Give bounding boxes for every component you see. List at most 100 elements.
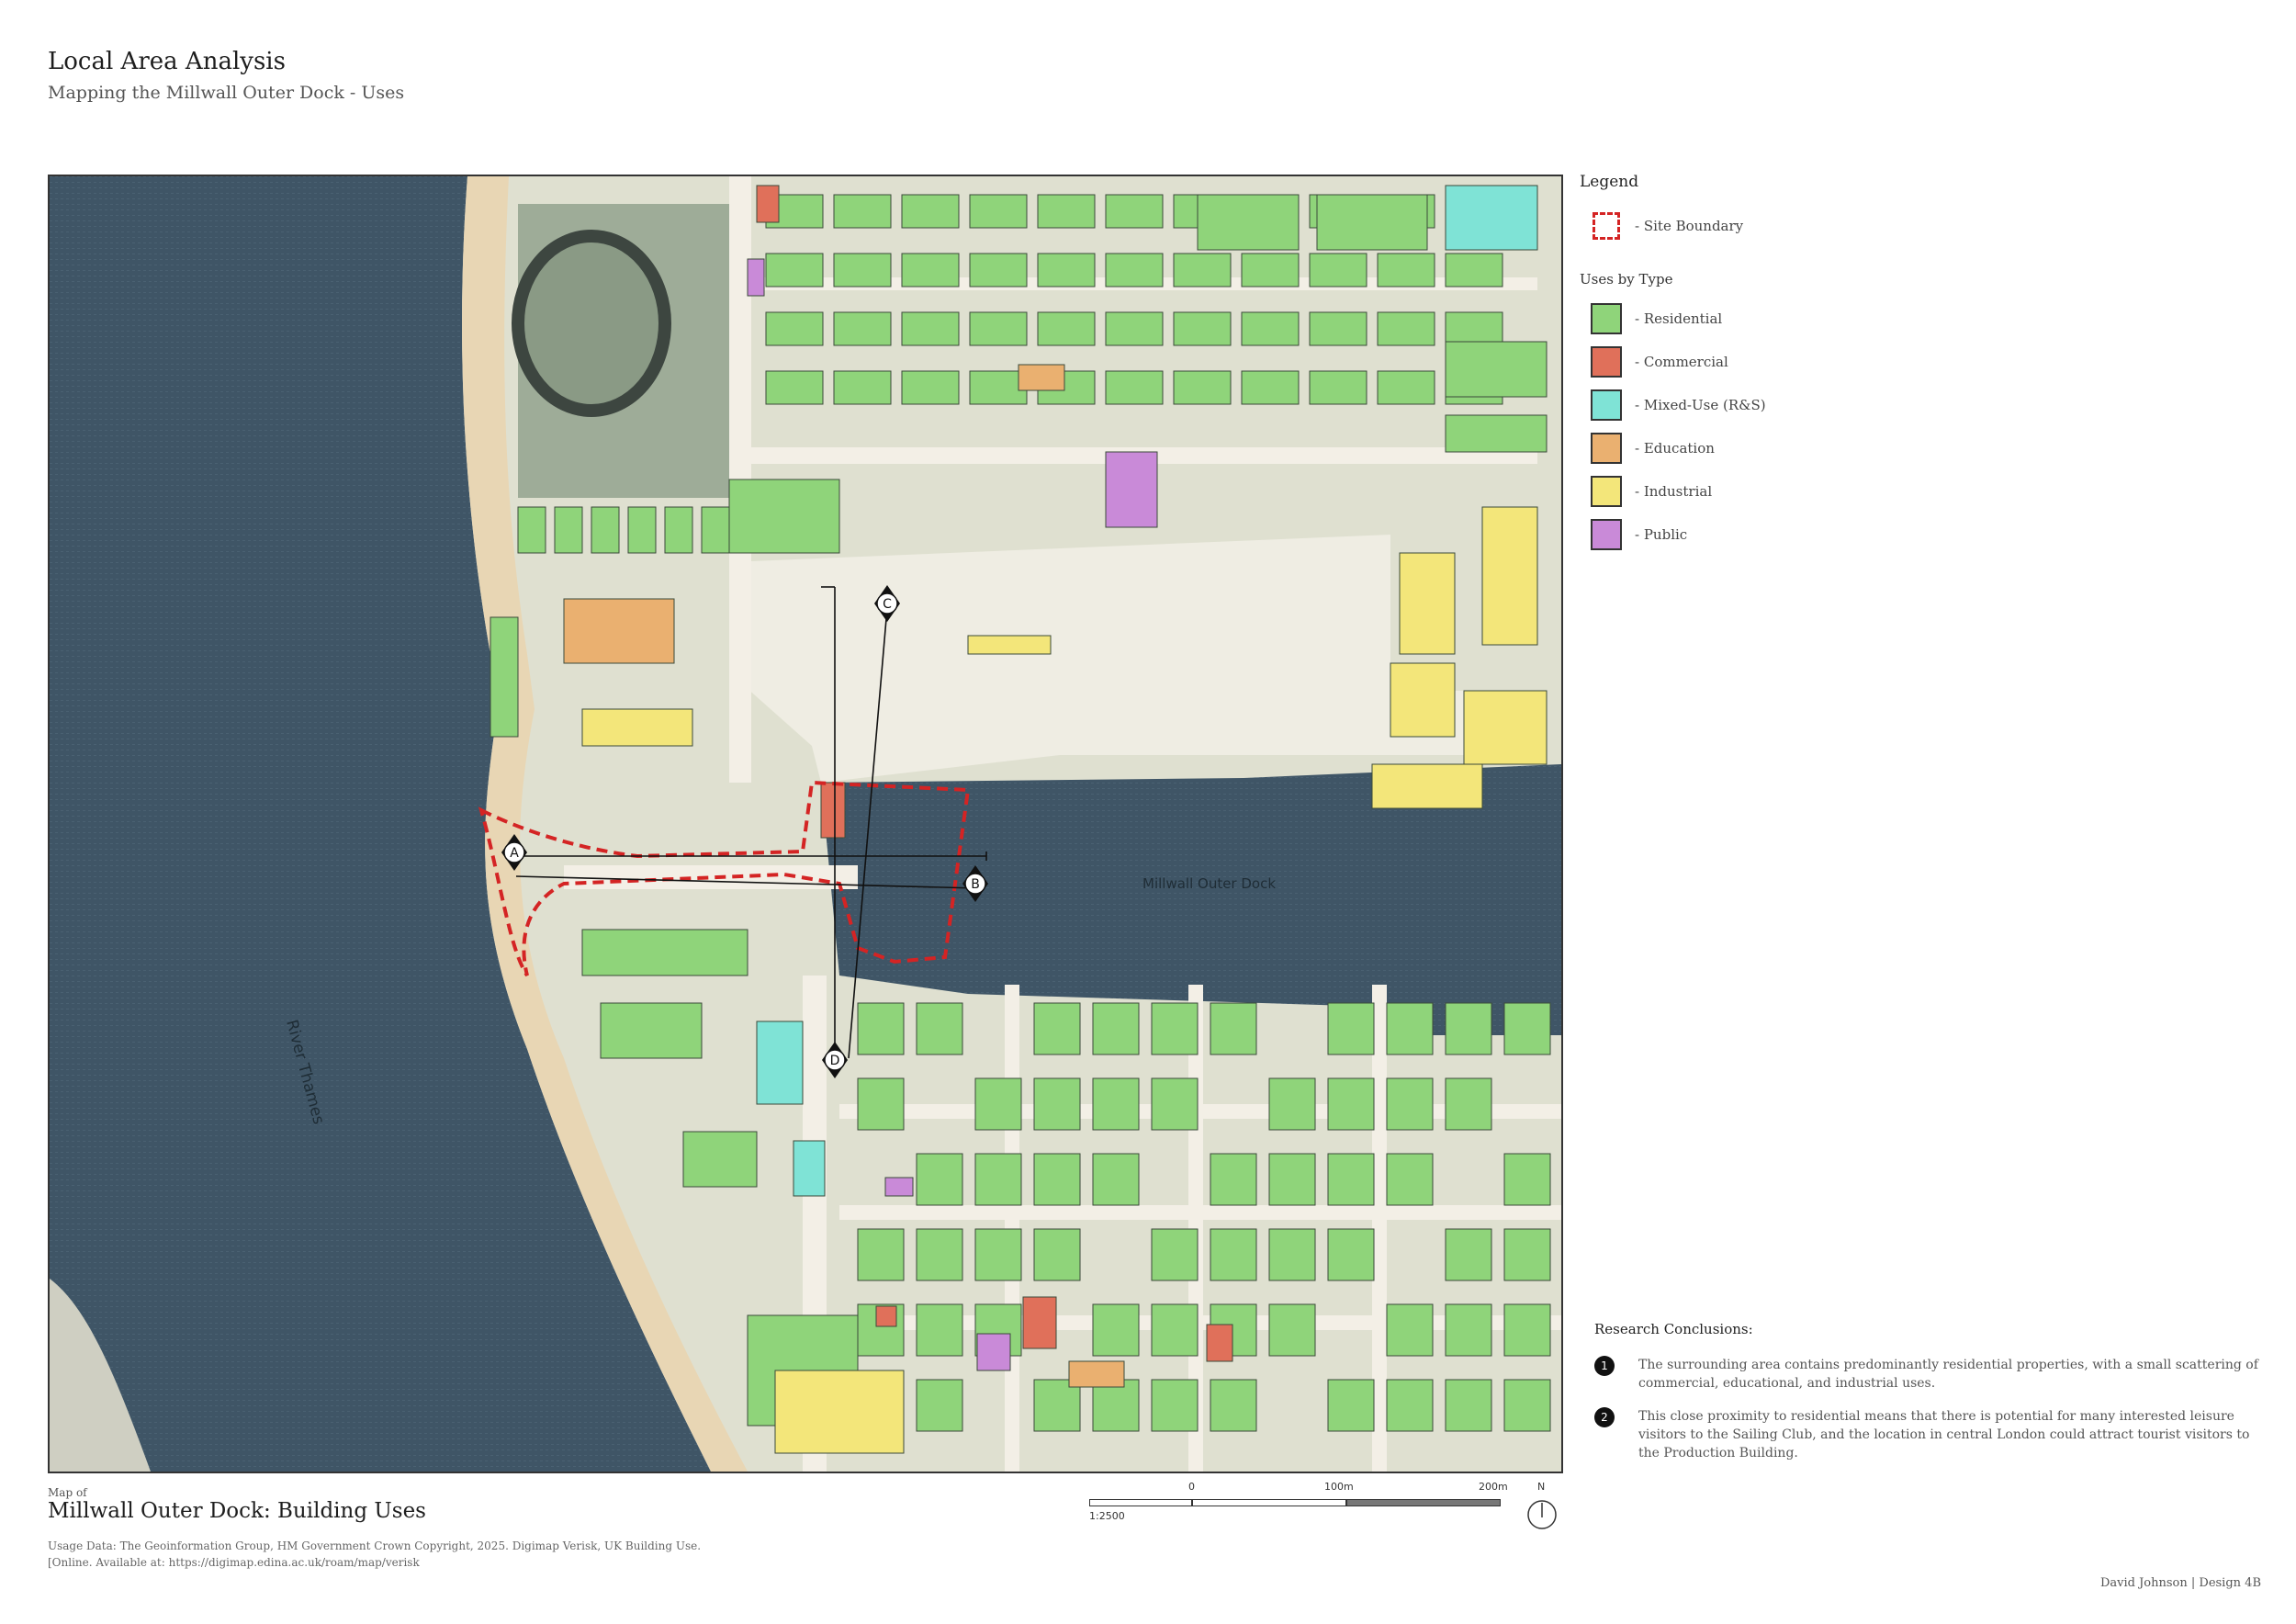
residential-building [1445,1228,1492,1281]
page-subtitle: Mapping the Millwall Outer Dock - Uses [48,83,405,103]
residential-building [1092,1077,1140,1131]
residential-building [1445,1002,1492,1055]
residential-building [833,253,892,288]
residential-building [1033,1228,1081,1281]
residential-building [901,311,960,346]
residential-building [1092,1002,1140,1055]
residential-building [1327,1077,1375,1131]
marker-b-label: B [971,877,980,892]
legend-site-boundary: - Site Boundary [1580,204,2278,247]
residential-building [1268,1153,1316,1206]
residential-building [1151,1379,1199,1432]
residential-building [1503,1153,1551,1206]
author-credit: David Johnson | Design 4B [2099,1576,2261,1590]
north-label: N [1537,1481,1546,1493]
legend-item-label: - Industrial [1635,482,1713,500]
site-boundary-swatch [1593,211,1620,240]
public-building [1105,451,1158,528]
residential-building [554,506,583,554]
residential-building [664,506,693,554]
education-swatch [1591,432,1622,464]
commercial-building [875,1305,897,1327]
residential-building [916,1228,963,1281]
residential-building [1386,1002,1434,1055]
residential-building [1151,1077,1199,1131]
legend-item-education: - Education [1580,426,2278,469]
residential-building [1309,253,1367,288]
industrial-building [1399,552,1456,655]
residential-building [974,1077,1022,1131]
scale-tick-200: 200m [1479,1481,1508,1493]
map-canvas[interactable]: A B C D Millwall Outer Dock River Thames [50,176,1561,1472]
mixed-use-building [756,1021,804,1105]
residential-building [1033,1153,1081,1206]
residential-building [1105,370,1164,405]
mixed-use-building [1445,185,1538,251]
site-boundary-label: - Site Boundary [1635,217,1744,234]
residential-building [682,1131,758,1188]
residential-building [857,1002,905,1055]
residential-building [1037,194,1096,229]
legend-item-industrial: - Industrial [1580,469,2278,513]
residential-building [1503,1002,1551,1055]
scale-tick-100: 100m [1324,1481,1354,1493]
scale-ratio: 1:2500 [1089,1510,1125,1522]
mixed-use-swatch [1591,389,1622,421]
conclusion-item: 2 This close proximity to residential me… [1594,1407,2274,1462]
residential-building [833,311,892,346]
residential-building [1309,370,1367,405]
industrial-swatch [1591,475,1622,507]
commercial-building [756,185,780,223]
residential-building [701,506,730,554]
residential-building [765,311,824,346]
residential-building [1503,1379,1551,1432]
legend-uses-title: Uses by Type [1580,271,1673,288]
residential-building [1327,1228,1375,1281]
industrial-building [774,1370,905,1454]
residential-building [1151,1303,1199,1357]
residential-building [1316,194,1428,251]
residential-building [1327,1002,1375,1055]
residential-building [1445,1303,1492,1357]
residential-building [1503,1228,1551,1281]
industrial-building [967,635,1052,655]
residential-building [1105,311,1164,346]
residential-building [901,253,960,288]
residential-building [1445,311,1503,346]
map-panel[interactable]: A B C D Millwall Outer Dock River Thames [48,175,1563,1473]
residential-building [517,506,546,554]
legend-item-label: - Public [1635,525,1688,543]
residential-building [1445,1379,1492,1432]
residential-building [1386,1153,1434,1206]
research-conclusions: Research Conclusions: 1 The surrounding … [1594,1321,2274,1477]
commercial-building [1206,1324,1233,1362]
legend-title: Legend [1580,173,1639,191]
residential-building [857,1077,905,1131]
public-building [884,1177,914,1197]
residential-building [1377,311,1435,346]
conclusion-item: 1 The surrounding area contains predomin… [1594,1356,2274,1393]
residential-building [901,194,960,229]
legend-item-label: - Education [1635,439,1715,457]
residential-building [901,370,960,405]
residential-building [1386,1077,1434,1131]
legend-item-label: - Commercial [1635,353,1728,370]
dock-label: Millwall Outer Dock [1142,875,1276,892]
residential-building [490,616,519,738]
residential-building [1037,253,1096,288]
legend-item-residential: - Residential [1580,297,2278,340]
scale-segment-dark [1346,1499,1501,1506]
residential-building [765,370,824,405]
industrial-building [1371,763,1483,809]
residential-building [833,370,892,405]
marker-d-label: D [830,1054,840,1068]
conclusions-title: Research Conclusions: [1594,1321,1753,1337]
residential-building [1268,1077,1316,1131]
legend-item-mixed-use: - Mixed-Use (R&S) [1580,383,2278,426]
usage-line-2: [Online. Available at: https://digimap.e… [48,1556,420,1569]
residential-building [969,311,1028,346]
commercial-building [1022,1296,1057,1349]
residential-building [1386,1303,1434,1357]
residential-swatch [1591,302,1622,334]
residential-building [1268,1228,1316,1281]
